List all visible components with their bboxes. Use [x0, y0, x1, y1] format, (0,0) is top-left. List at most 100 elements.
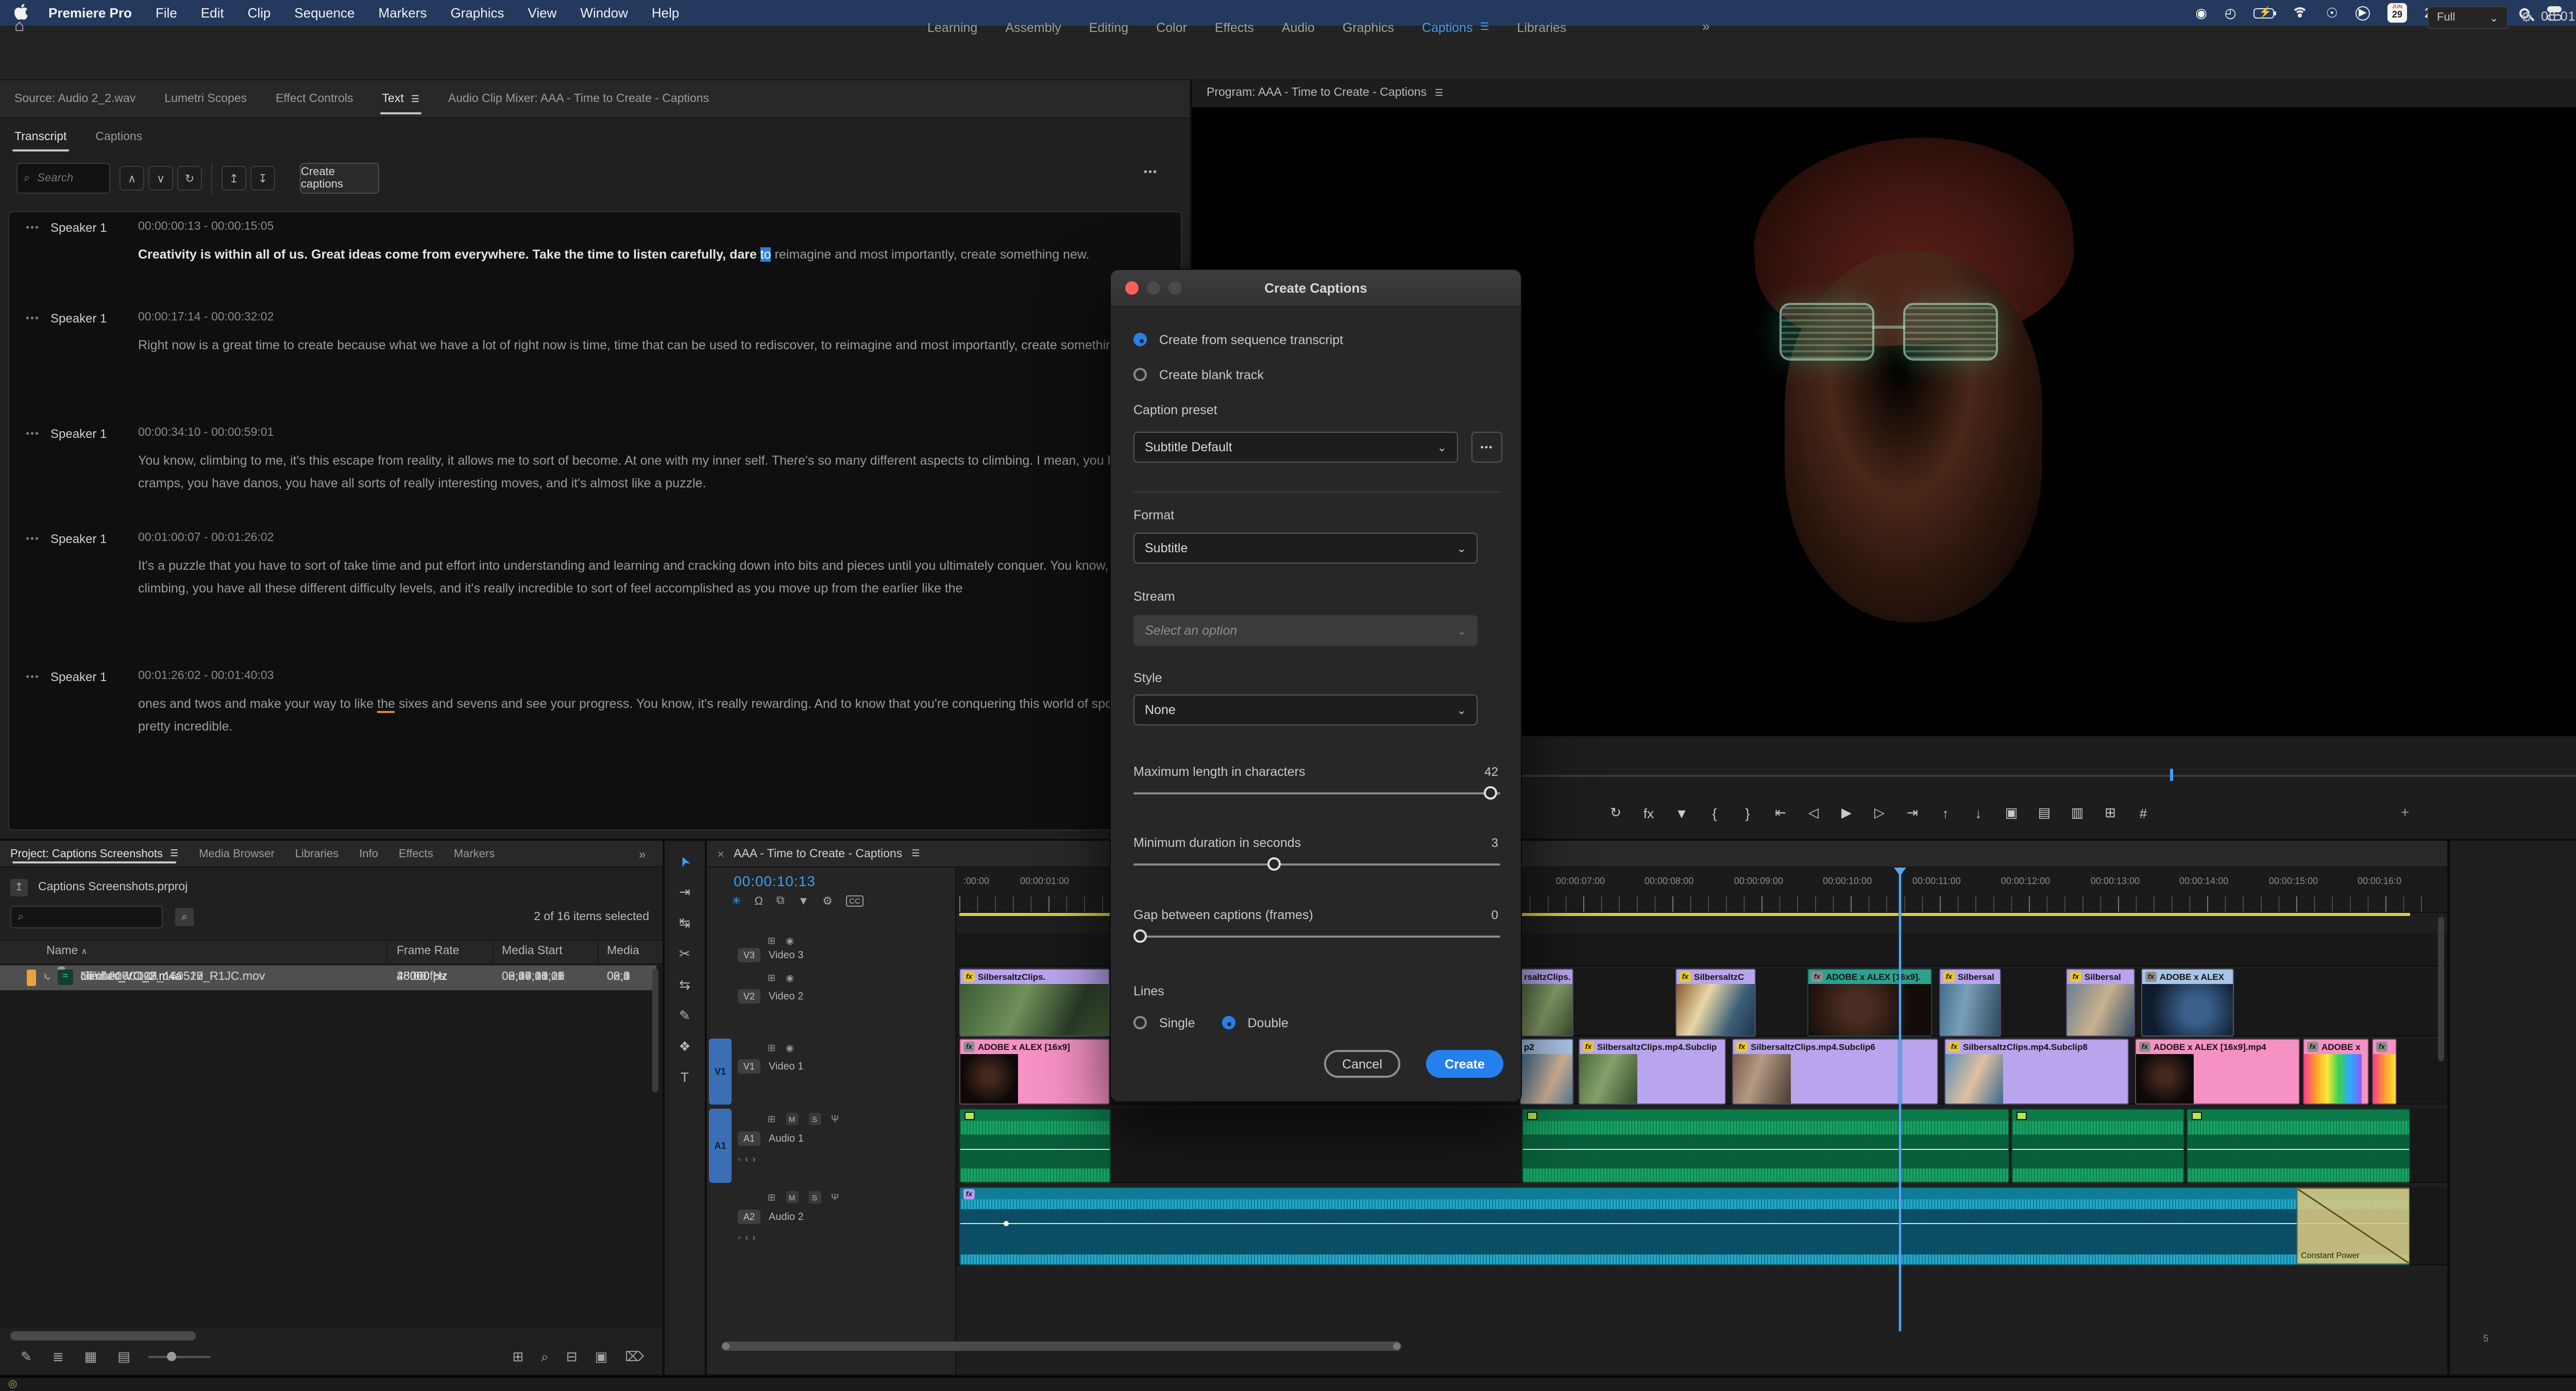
- panel-menu-icon[interactable]: ☰: [1435, 87, 1443, 98]
- audio-clip[interactable]: [2187, 1109, 2410, 1183]
- add-marker-icon[interactable]: ▼: [1673, 805, 1690, 821]
- panel-tab[interactable]: Media Browser: [189, 841, 285, 867]
- list-view-icon[interactable]: ≣: [53, 1349, 64, 1365]
- column-frame-rate[interactable]: Frame Rate: [397, 945, 459, 957]
- track-name-v3[interactable]: Video 3: [769, 950, 804, 961]
- battery-icon[interactable]: ⚡: [2253, 7, 2277, 18]
- radio-selected-icon[interactable]: [1133, 333, 1147, 346]
- radio-icon[interactable]: [1133, 1016, 1147, 1029]
- panel-tab[interactable]: Project: Captions Screenshots ☰: [0, 841, 189, 867]
- project-search[interactable]: ⌕: [10, 906, 163, 928]
- panel-tab[interactable]: Lumetri Scopes: [150, 80, 261, 117]
- menu-item[interactable]: Markers: [379, 5, 427, 21]
- insert-icon[interactable]: ▤: [2036, 805, 2053, 821]
- volume-rubber-band[interactable]: [960, 1149, 1110, 1150]
- add-marker-icon[interactable]: ▼: [798, 895, 809, 907]
- constant-power-crossfade[interactable]: Constant Power: [2297, 1188, 2409, 1264]
- track-select-forward-tool[interactable]: ⇥: [679, 884, 690, 901]
- go-to-out-icon[interactable]: ⇥: [1904, 805, 1921, 821]
- timeline-playhead[interactable]: [1899, 868, 1901, 1331]
- slider-track[interactable]: [1133, 929, 1500, 943]
- timeline-settings-icon[interactable]: ⚙: [822, 894, 833, 908]
- workspace-tab[interactable]: Captions ☰: [1422, 20, 1489, 35]
- search-input[interactable]: [35, 171, 97, 185]
- export-frame-icon[interactable]: ▣: [2003, 805, 2020, 821]
- menu-item[interactable]: Window: [580, 5, 628, 21]
- audio-clip[interactable]: fx Constant Power: [959, 1187, 2410, 1265]
- video-clip[interactable]: fx SilbersaltzClips.mp4.Subclip8: [1944, 1039, 2129, 1105]
- panel-tab[interactable]: Text ☰: [368, 80, 434, 117]
- timeline-playhead-head[interactable]: [1894, 868, 1906, 876]
- panel-tab[interactable]: Libraries: [285, 841, 349, 867]
- video-clip[interactable]: fx ADOBE x ALEX [16x9].mp4: [2135, 1039, 2300, 1105]
- wifi-icon[interactable]: [2292, 7, 2309, 19]
- now-playing-icon[interactable]: ▶: [2355, 6, 2370, 20]
- slider-knob[interactable]: [1133, 929, 1147, 943]
- mark-in-icon[interactable]: {: [1706, 805, 1723, 821]
- workspace-tab[interactable]: Assembly: [1005, 20, 1061, 35]
- go-to-in-icon[interactable]: ⇤: [1772, 805, 1789, 821]
- entry-options-icon[interactable]: •••: [26, 672, 40, 683]
- overwrite-icon[interactable]: ▥: [2069, 805, 2086, 821]
- freeform-view-icon[interactable]: ▤: [117, 1349, 130, 1365]
- radio-create-from-transcript[interactable]: Create from sequence transcript: [1133, 333, 1500, 347]
- extract-icon[interactable]: ↓: [1970, 805, 1987, 821]
- creative-cloud-icon[interactable]: ◉: [2195, 6, 2207, 20]
- radio-create-blank-track[interactable]: Create blank track: [1133, 368, 1500, 382]
- calendar-icon[interactable]: JUN 29: [2387, 3, 2407, 23]
- refresh-transcript-button[interactable]: ↻: [177, 166, 202, 191]
- video-clip[interactable]: fx ADOBE x: [2303, 1039, 2369, 1105]
- project-up-icon[interactable]: ↥: [10, 878, 28, 896]
- transcript-search[interactable]: ⌕: [16, 163, 110, 194]
- video-clip[interactable]: fx SilbersaltzClips.mp4.Subclip: [1579, 1039, 1726, 1105]
- panel-menu-icon[interactable]: ☰: [911, 848, 920, 859]
- close-icon[interactable]: ×: [717, 846, 724, 861]
- entry-options-icon[interactable]: •••: [26, 313, 40, 325]
- slider-knob[interactable]: [1484, 786, 1497, 800]
- lines-radio-option[interactable]: Double: [1222, 1016, 1289, 1030]
- delete-icon[interactable]: ⌦: [625, 1349, 644, 1365]
- caption-preset-select[interactable]: Subtitle Default ⌄: [1133, 432, 1458, 463]
- new-bin-icon[interactable]: ⊟: [566, 1349, 578, 1365]
- track-output-eye-icon[interactable]: ◉: [786, 936, 794, 947]
- menu-item[interactable]: Premiere Pro: [48, 5, 132, 21]
- cancel-button[interactable]: Cancel: [1324, 1050, 1400, 1078]
- clip-keyframe-box[interactable]: [1527, 1112, 1537, 1120]
- panel-tab[interactable]: Effect Controls: [261, 80, 367, 117]
- linked-selection-icon[interactable]: ⧉: [776, 894, 785, 908]
- clip-keyframe-box[interactable]: [2016, 1112, 2027, 1120]
- razor-tool[interactable]: ✂: [679, 946, 690, 962]
- slider-knob[interactable]: [1267, 857, 1281, 871]
- button-editor-plus-icon[interactable]: +: [2401, 804, 2409, 820]
- column-media-end[interactable]: Media: [607, 945, 639, 957]
- audio-clip[interactable]: [959, 1109, 1111, 1183]
- workspace-tab[interactable]: Graphics: [1343, 20, 1394, 35]
- icon-view-icon[interactable]: ▦: [84, 1349, 97, 1365]
- play-icon[interactable]: ▶: [1838, 805, 1855, 821]
- automate-to-sequence-icon[interactable]: ⊞: [512, 1349, 523, 1365]
- audio-clip[interactable]: [2011, 1109, 2184, 1183]
- project-breadcrumb[interactable]: ↥ Captions Screenshots.prproj: [0, 874, 663, 901]
- nest-toggle-icon[interactable]: ✳: [732, 894, 741, 908]
- entry-options-icon[interactable]: •••: [26, 534, 40, 545]
- video-clip[interactable]: fxrsaltzClips.: [1520, 969, 1573, 1037]
- workspace-tab[interactable]: Audio: [1282, 20, 1315, 35]
- program-seekbar-playhead[interactable]: [2170, 769, 2173, 781]
- project-overflow-icon[interactable]: »: [639, 847, 646, 861]
- preset-options-button[interactable]: •••: [1471, 432, 1502, 463]
- mark-out-icon[interactable]: }: [1739, 805, 1756, 821]
- home-icon[interactable]: ⌂: [14, 18, 24, 36]
- timeline-playhead-timecode[interactable]: 00:00:10:13: [734, 873, 816, 889]
- workspace-overflow-icon[interactable]: »: [1702, 19, 1710, 34]
- video-clip[interactable]: fx ADOBE x ALEX [16x9]: [959, 1039, 1110, 1105]
- subtab[interactable]: Transcript: [0, 118, 81, 155]
- video-clip[interactable]: fx SilbersaltzC: [1675, 969, 1756, 1037]
- menu-item[interactable]: Graphics: [450, 5, 504, 21]
- program-monitor-tab[interactable]: Program: AAA - Time to Create - Captions…: [1207, 87, 1443, 99]
- menu-item[interactable]: Clip: [248, 5, 271, 21]
- workspace-tab[interactable]: Learning: [927, 20, 977, 35]
- panel-tab[interactable]: Effects: [388, 841, 444, 867]
- timeline-tab[interactable]: × AAA - Time to Create - Captions ☰: [707, 841, 2447, 868]
- style-select[interactable]: None ⌄: [1133, 694, 1478, 725]
- track-target-v3[interactable]: V3: [738, 948, 760, 962]
